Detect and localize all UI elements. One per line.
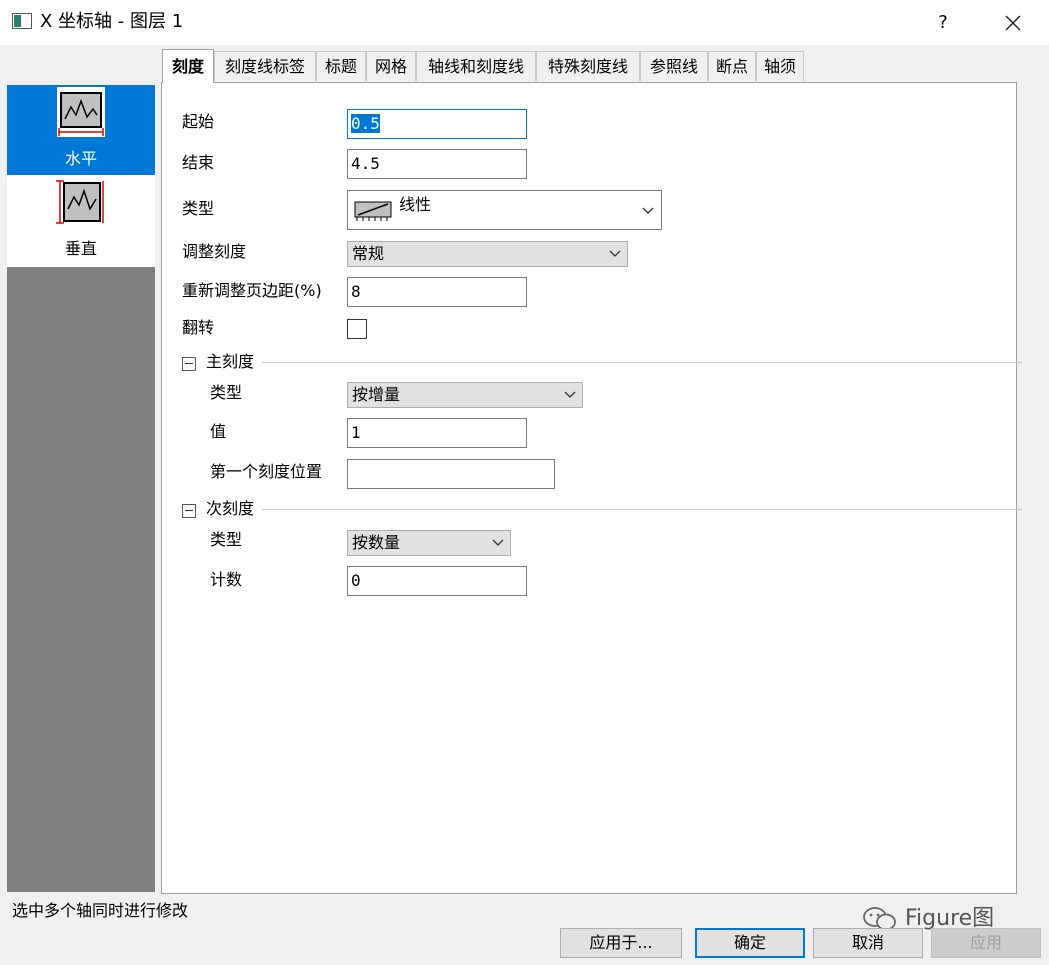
tab-special-ticks[interactable]: 特殊刻度线 <box>536 51 640 81</box>
apply-to-button[interactable]: 应用于... <box>560 928 682 958</box>
first-tick-input[interactable] <box>347 459 555 489</box>
type-label: 类型 <box>182 199 215 218</box>
first-tick-label: 第一个刻度位置 <box>210 462 323 481</box>
minor-ticks-divider <box>262 509 1022 510</box>
axis-item-label: 水平 <box>64 149 97 168</box>
tab-line-and-ticks[interactable]: 轴线和刻度线 <box>416 51 536 81</box>
chevron-down-icon <box>492 539 504 546</box>
major-type-label: 类型 <box>210 383 243 402</box>
axis-item-horizontal[interactable]: 水平 <box>7 85 155 175</box>
major-value-input[interactable]: 1 <box>347 418 527 448</box>
collapse-minor-ticks-icon[interactable] <box>182 504 196 518</box>
major-ticks-divider <box>262 362 1022 363</box>
tab-breaks[interactable]: 断点 <box>708 51 756 81</box>
minor-count-input[interactable]: 0 <box>347 566 527 596</box>
scale-tab-panel: 起始 0.5 结束 4.5 类型 线性 调整刻度 常规 重新调整页边距(%) 8… <box>161 82 1022 894</box>
rescale-dropdown[interactable]: 常规 <box>347 241 628 267</box>
apply-button[interactable]: 应用 <box>931 928 1041 958</box>
major-type-dropdown[interactable]: 按增量 <box>347 382 583 408</box>
rescale-label: 调整刻度 <box>182 242 247 261</box>
ok-button[interactable]: 确定 <box>695 928 805 958</box>
axis-list: 水平 垂直 <box>7 85 155 267</box>
chevron-down-icon <box>609 250 621 257</box>
to-label: 结束 <box>182 153 215 172</box>
linear-scale-icon <box>354 201 392 221</box>
window-title: X 坐标轴 - 图层 1 <box>40 11 184 32</box>
from-label: 起始 <box>182 112 215 131</box>
minor-type-value: 按数量 <box>352 533 401 552</box>
minor-type-dropdown[interactable]: 按数量 <box>347 530 511 556</box>
major-type-value: 按增量 <box>352 385 401 404</box>
scale-type-dropdown[interactable]: 线性 <box>347 190 662 230</box>
tab-title[interactable]: 标题 <box>316 51 366 81</box>
horizontal-axis-icon <box>57 87 105 137</box>
collapse-major-ticks-icon[interactable] <box>182 357 196 371</box>
chevron-down-icon <box>564 391 576 398</box>
help-button[interactable]: ? <box>928 8 958 38</box>
status-text: 选中多个轴同时进行修改 <box>12 901 189 920</box>
title-bar: X 坐标轴 - 图层 1 ? <box>0 0 1049 45</box>
vertical-axis-icon <box>56 180 104 224</box>
from-input[interactable]: 0.5 <box>347 109 527 139</box>
reverse-checkbox[interactable] <box>347 319 367 339</box>
tab-reference-lines[interactable]: 参照线 <box>640 51 708 81</box>
chevron-down-icon <box>642 207 654 214</box>
tab-rug[interactable]: 轴须 <box>756 51 804 81</box>
major-ticks-section-label: 主刻度 <box>206 352 255 371</box>
scale-type-value: 线性 <box>399 195 432 214</box>
minor-type-label: 类型 <box>210 530 243 549</box>
app-icon <box>12 13 32 29</box>
tab-grids[interactable]: 网格 <box>366 51 416 81</box>
major-value-label: 值 <box>210 422 227 441</box>
reverse-label: 翻转 <box>182 318 215 337</box>
close-icon[interactable] <box>996 6 1030 40</box>
to-input[interactable]: 4.5 <box>347 149 527 179</box>
cancel-button[interactable]: 取消 <box>813 928 923 958</box>
margin-label: 重新调整页边距(%) <box>182 281 322 300</box>
from-value: 0.5 <box>351 114 380 133</box>
minor-ticks-section-label: 次刻度 <box>206 499 255 518</box>
tab-tick-labels[interactable]: 刻度线标签 <box>214 51 316 81</box>
axis-item-label: 垂直 <box>64 239 97 258</box>
margin-input[interactable]: 8 <box>347 277 527 307</box>
axis-item-vertical[interactable]: 垂直 <box>7 175 155 265</box>
tab-scale[interactable]: 刻度 <box>162 49 214 83</box>
rescale-value: 常规 <box>352 244 385 263</box>
minor-count-label: 计数 <box>210 570 243 589</box>
